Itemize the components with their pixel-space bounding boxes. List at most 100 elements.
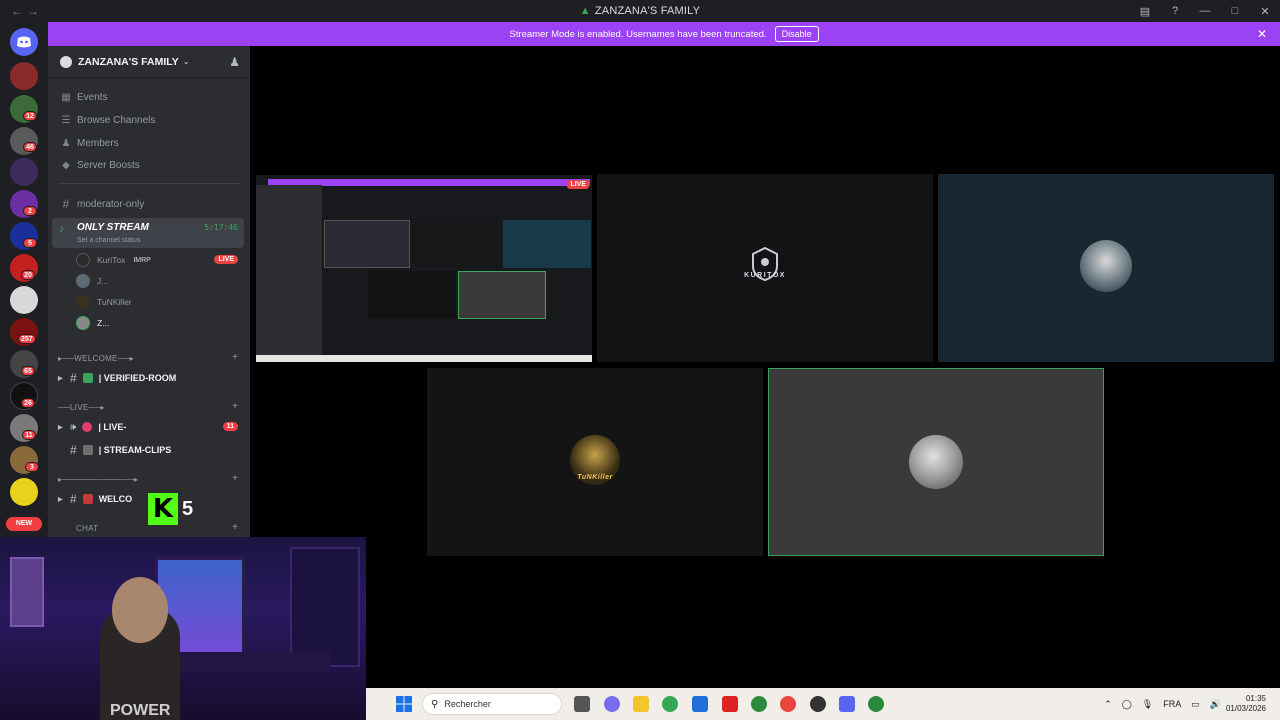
welcome-emoji-icon (82, 494, 93, 504)
display-icon[interactable]: ▭ (1191, 699, 1200, 710)
app-icon[interactable] (722, 696, 738, 712)
webcam-overlay: POWER (0, 537, 366, 720)
stream-tile-avatar[interactable] (938, 174, 1274, 362)
calendar-icon: ▦ (61, 91, 71, 103)
language-indicator[interactable]: FRA (1163, 699, 1181, 709)
channel-moderator-only[interactable]: # moderator-only (60, 195, 145, 213)
voice-channel-only-stream[interactable]: ♪ ONLY STREAM 5:17:46 Set a channel stat… (52, 218, 244, 248)
new-badge[interactable]: NEW (6, 517, 42, 531)
banner-message: Streamer Mode is enabled. Usernames have… (509, 28, 767, 40)
voice-member[interactable]: TuNKiller (76, 293, 132, 311)
voice-speaker-icon: ♪ (59, 223, 65, 235)
minimize-button[interactable]: — (1190, 5, 1220, 17)
taskbar-search[interactable]: ⚲ Rechercher (422, 693, 562, 715)
voice-member[interactable]: KuriTox IMRP (76, 251, 151, 269)
create-channel-plus-icon[interactable]: + (232, 352, 238, 363)
chrome-icon[interactable] (751, 696, 767, 712)
server-name: ZANZANA'S FAMILY (78, 55, 179, 68)
forward-arrow-icon[interactable]: → (26, 4, 40, 18)
check-emoji-icon (82, 373, 93, 383)
server-icon-8[interactable] (10, 286, 38, 314)
category-divider[interactable]: ▸────────────▸ (58, 475, 138, 484)
discord-taskbar-icon[interactable] (839, 696, 855, 712)
stream-tile-kuritox[interactable]: KURITOX (597, 174, 933, 362)
server-header[interactable]: ZANZANA'S FAMILY ⌄ ♟ (48, 46, 250, 78)
live-badge: LIVE (567, 180, 589, 189)
badge-count: 2 (23, 206, 37, 216)
avatar (76, 253, 90, 267)
badge-count: 3 (25, 462, 39, 472)
avatar (76, 274, 90, 288)
volume-icon[interactable]: 🔊 (1210, 699, 1221, 710)
chrome-icon[interactable] (868, 696, 884, 712)
channel-stream-clips[interactable]: # | STREAM-CLIPS (58, 441, 171, 459)
server-icon-1[interactable] (10, 62, 38, 90)
kick-logo-icon: K (148, 493, 178, 525)
stream-tile-tunkiller[interactable]: TuNKiller (427, 368, 763, 556)
create-channel-plus-icon[interactable]: + (232, 473, 238, 484)
back-arrow-icon[interactable]: ← (10, 4, 24, 18)
hash-icon: # (62, 197, 70, 211)
badge-count: 20 (21, 270, 35, 280)
collapse-arrow-icon: ▶ (58, 496, 63, 503)
bookshelf (290, 547, 360, 667)
window-title: ▲ ZANZANA'S FAMILY (579, 5, 701, 17)
disable-button[interactable]: Disable (774, 26, 819, 42)
discord-home-icon[interactable] (10, 28, 38, 56)
badge-count: 12 (23, 111, 37, 121)
category-chat[interactable]: CHAT (76, 524, 98, 533)
close-window-button[interactable]: ✕ (1250, 5, 1280, 18)
wall-picture (10, 557, 44, 627)
live-badge: LIVE (214, 255, 238, 264)
windows-start-icon[interactable] (396, 696, 412, 712)
voice-member[interactable]: J... (76, 272, 108, 290)
category-welcome[interactable]: ▸──WELCOME──▸ (58, 354, 134, 363)
channel-welcome[interactable]: ▶ # WELCO (58, 490, 132, 508)
create-channel-plus-icon[interactable]: + (232, 522, 238, 533)
server-icon-14[interactable] (10, 478, 38, 506)
stream-tile-screen-share[interactable]: LIVE (256, 175, 592, 362)
search-icon: ⚲ (431, 698, 439, 710)
avatar (76, 295, 90, 309)
badge-count: 46 (23, 142, 37, 152)
collapse-arrow-icon: ▶ (58, 424, 63, 431)
avatar (1080, 240, 1132, 292)
menu-members[interactable]: ♟ Members (60, 134, 119, 152)
chevron-up-icon[interactable]: ⌃ (1104, 699, 1112, 710)
app-icon[interactable] (780, 696, 796, 712)
voice-member[interactable]: Z... (76, 314, 109, 332)
app-icon[interactable] (810, 696, 826, 712)
channel-live[interactable]: ▶ 🕪 | LIVE- (58, 418, 126, 436)
file-explorer-icon[interactable] (633, 696, 649, 712)
stream-tile-speaking[interactable] (768, 368, 1104, 556)
menu-server-boosts[interactable]: ◆ Server Boosts (60, 156, 140, 174)
invite-people-icon[interactable]: ♟ (229, 55, 240, 69)
badge-count: 11 (22, 430, 36, 440)
network-icon[interactable]: ◯ (1122, 699, 1132, 710)
divider (58, 183, 240, 184)
microphone-icon[interactable]: 🎙 (1142, 699, 1153, 710)
maximize-button[interactable]: □ (1220, 5, 1250, 17)
menu-events[interactable]: ▦ Events (60, 88, 107, 106)
system-tray: ⌃ ◯ 🎙 FRA ▭ 🔊 01:35 01/03/2026 (1099, 688, 1280, 720)
inbox-icon[interactable]: ▤ (1130, 5, 1160, 18)
voice-channel-name: ONLY STREAM (77, 222, 149, 233)
help-icon[interactable]: ? (1160, 5, 1190, 17)
server-icon-4[interactable] (10, 158, 38, 186)
avatar (76, 316, 90, 330)
task-view-icon[interactable] (574, 696, 590, 712)
clock[interactable]: 01:35 01/03/2026 (1226, 694, 1266, 714)
menu-browse-channels[interactable]: ☰ Browse Channels (60, 111, 156, 129)
title-bar: ← → ▲ ZANZANA'S FAMILY ▤ ? — □ ✕ (0, 0, 1280, 22)
channel-verified-room[interactable]: ▶ # | VERIFIED-ROOM (58, 369, 176, 387)
channel-status[interactable]: Set a channel status (77, 237, 140, 244)
copilot-icon[interactable] (604, 696, 620, 712)
badge-count: 257 (18, 334, 36, 344)
close-icon[interactable]: ✕ (1257, 27, 1267, 41)
create-channel-plus-icon[interactable]: + (232, 401, 238, 412)
app-icon[interactable] (692, 696, 708, 712)
members-icon: ♟ (61, 137, 71, 149)
chrome-icon[interactable] (662, 696, 678, 712)
hash-icon: # (70, 371, 77, 385)
category-live[interactable]: ──LIVE──▸ (58, 403, 105, 412)
